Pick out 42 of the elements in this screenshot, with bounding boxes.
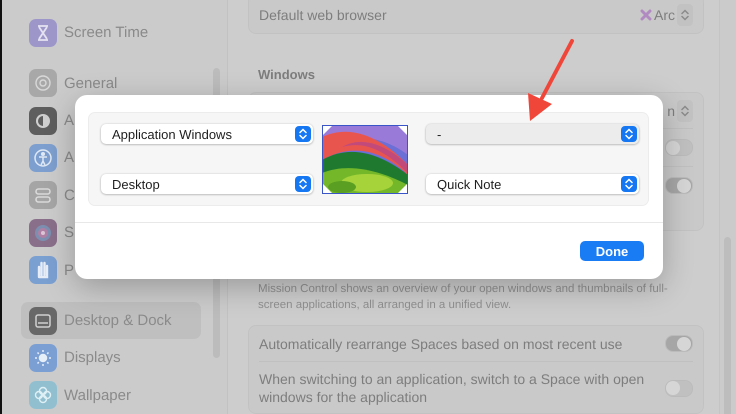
popup-button[interactable]: - xyxy=(426,124,639,144)
toggle-switch[interactable] xyxy=(665,335,693,352)
description-text: Mission Control shows an overview of your open windows and thumbnails of full-screen applications, all arranged in a unified view. xyxy=(258,282,669,314)
sun-icon xyxy=(29,344,57,372)
row-label: Automatically rearrange Spaces based on most recent use xyxy=(259,334,622,353)
chevron-icon xyxy=(621,176,637,192)
flower-icon xyxy=(29,381,57,410)
browser-value: Arc xyxy=(654,6,675,24)
gear-icon xyxy=(29,69,57,98)
row-value: n xyxy=(667,102,675,120)
toggle-switch[interactable] xyxy=(665,139,693,156)
window-icon xyxy=(29,306,57,335)
hand-icon xyxy=(29,256,57,284)
toggle-switch[interactable] xyxy=(665,177,693,194)
popup-button[interactable]: Application Windows xyxy=(101,124,313,144)
person-icon xyxy=(29,144,57,172)
orb-icon xyxy=(29,218,57,247)
sidebar-item[interactable]: A xyxy=(21,102,78,140)
sidebar-item[interactable]: Displays xyxy=(21,339,125,377)
row-label: When switching to an application, switch to a Space with open windows for the application xyxy=(259,370,646,406)
sidebar-item[interactable]: S xyxy=(21,214,78,252)
chevron-icon xyxy=(295,126,311,142)
stepper-icon[interactable] xyxy=(677,100,693,122)
stepper-icon[interactable] xyxy=(677,4,693,26)
browser-logo-icon xyxy=(640,8,652,20)
sidebar-item[interactable]: Screen Time xyxy=(21,14,152,52)
switches-icon xyxy=(29,181,57,210)
popup-button[interactable]: Quick Note xyxy=(426,174,639,194)
chevron-icon xyxy=(621,126,637,142)
sidebar-item[interactable]: General xyxy=(21,64,122,102)
sidebar-item[interactable]: Wallpaper xyxy=(21,376,135,414)
sidebar-item[interactable]: A xyxy=(21,139,78,177)
row-label: Default web browser xyxy=(259,6,387,24)
popup-button[interactable]: Desktop xyxy=(101,174,313,194)
section-heading: Windows xyxy=(258,67,316,82)
hourglass-icon xyxy=(29,18,57,47)
sidebar-item[interactable]: C xyxy=(21,176,79,214)
toggle-switch[interactable] xyxy=(665,380,693,397)
chevron-icon xyxy=(295,176,311,192)
sidebar-item[interactable]: P xyxy=(21,251,78,289)
done-button[interactable]: Done xyxy=(580,241,644,261)
contrast-icon xyxy=(29,106,57,135)
